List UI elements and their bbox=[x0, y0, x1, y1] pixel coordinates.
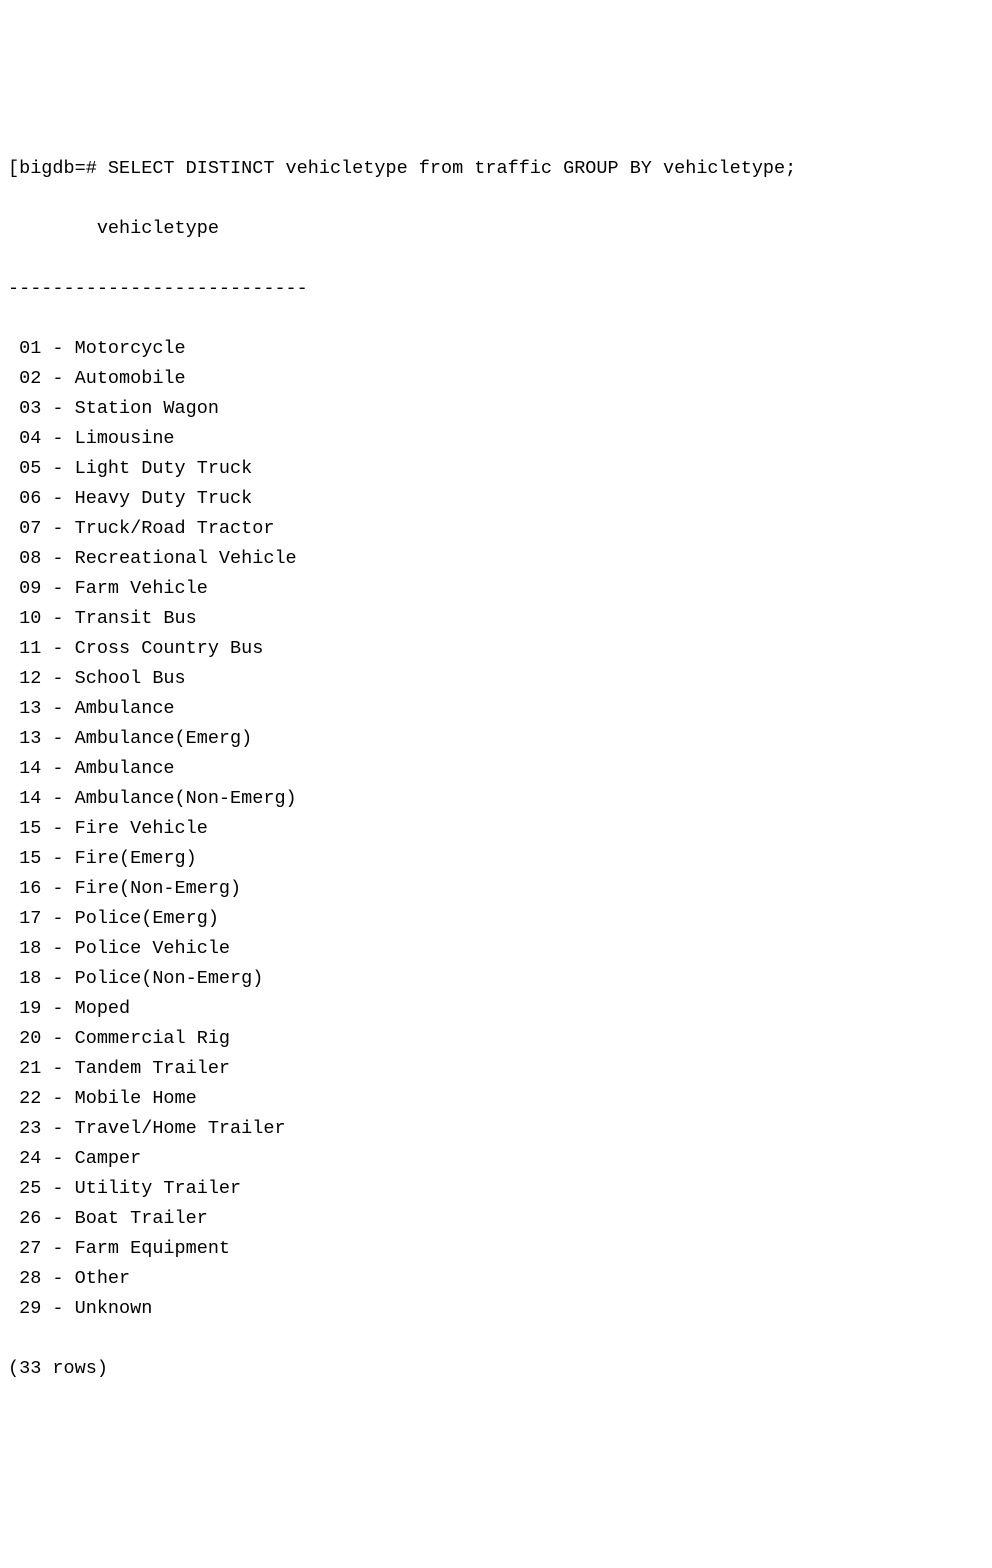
result-row: 12 - School Bus bbox=[8, 664, 984, 694]
result-row: 18 - Police Vehicle bbox=[8, 934, 984, 964]
result-row: 03 - Station Wagon bbox=[8, 394, 984, 424]
result-row: 21 - Tandem Trailer bbox=[8, 1054, 984, 1084]
result-row: 24 - Camper bbox=[8, 1144, 984, 1174]
result-row: 22 - Mobile Home bbox=[8, 1084, 984, 1114]
sql-query: SELECT DISTINCT vehicletype from traffic… bbox=[108, 158, 796, 179]
result-row: 11 - Cross Country Bus bbox=[8, 634, 984, 664]
db-prompt: [bigdb=# bbox=[8, 158, 108, 179]
result-row: 07 - Truck/Road Tractor bbox=[8, 514, 984, 544]
result-row: 23 - Travel/Home Trailer bbox=[8, 1114, 984, 1144]
result-row: 13 - Ambulance bbox=[8, 694, 984, 724]
result-row: 18 - Police(Non-Emerg) bbox=[8, 964, 984, 994]
result-row: 04 - Limousine bbox=[8, 424, 984, 454]
result-row: 20 - Commercial Rig bbox=[8, 1024, 984, 1054]
result-row: 02 - Automobile bbox=[8, 364, 984, 394]
result-row: 01 - Motorcycle bbox=[8, 334, 984, 364]
terminal-output: [bigdb=# SELECT DISTINCT vehicletype fro… bbox=[8, 124, 984, 1414]
result-row: 15 - Fire Vehicle bbox=[8, 814, 984, 844]
result-row: 28 - Other bbox=[8, 1264, 984, 1294]
result-row: 06 - Heavy Duty Truck bbox=[8, 484, 984, 514]
row-count: (33 rows) bbox=[8, 1354, 984, 1384]
result-row: 10 - Transit Bus bbox=[8, 604, 984, 634]
separator: --------------------------- bbox=[8, 274, 984, 304]
result-row: 14 - Ambulance bbox=[8, 754, 984, 784]
result-row: 16 - Fire(Non-Emerg) bbox=[8, 874, 984, 904]
result-row: 26 - Boat Trailer bbox=[8, 1204, 984, 1234]
result-row: 15 - Fire(Emerg) bbox=[8, 844, 984, 874]
sql-prompt-line[interactable]: [bigdb=# SELECT DISTINCT vehicletype fro… bbox=[8, 154, 984, 184]
result-row: 29 - Unknown bbox=[8, 1294, 984, 1324]
result-row: 17 - Police(Emerg) bbox=[8, 904, 984, 934]
column-header: vehicletype bbox=[8, 214, 984, 244]
result-row: 08 - Recreational Vehicle bbox=[8, 544, 984, 574]
result-row: 25 - Utility Trailer bbox=[8, 1174, 984, 1204]
result-row: 27 - Farm Equipment bbox=[8, 1234, 984, 1264]
result-row: 19 - Moped bbox=[8, 994, 984, 1024]
result-row: 13 - Ambulance(Emerg) bbox=[8, 724, 984, 754]
result-row: 05 - Light Duty Truck bbox=[8, 454, 984, 484]
result-row: 14 - Ambulance(Non-Emerg) bbox=[8, 784, 984, 814]
result-row: 09 - Farm Vehicle bbox=[8, 574, 984, 604]
